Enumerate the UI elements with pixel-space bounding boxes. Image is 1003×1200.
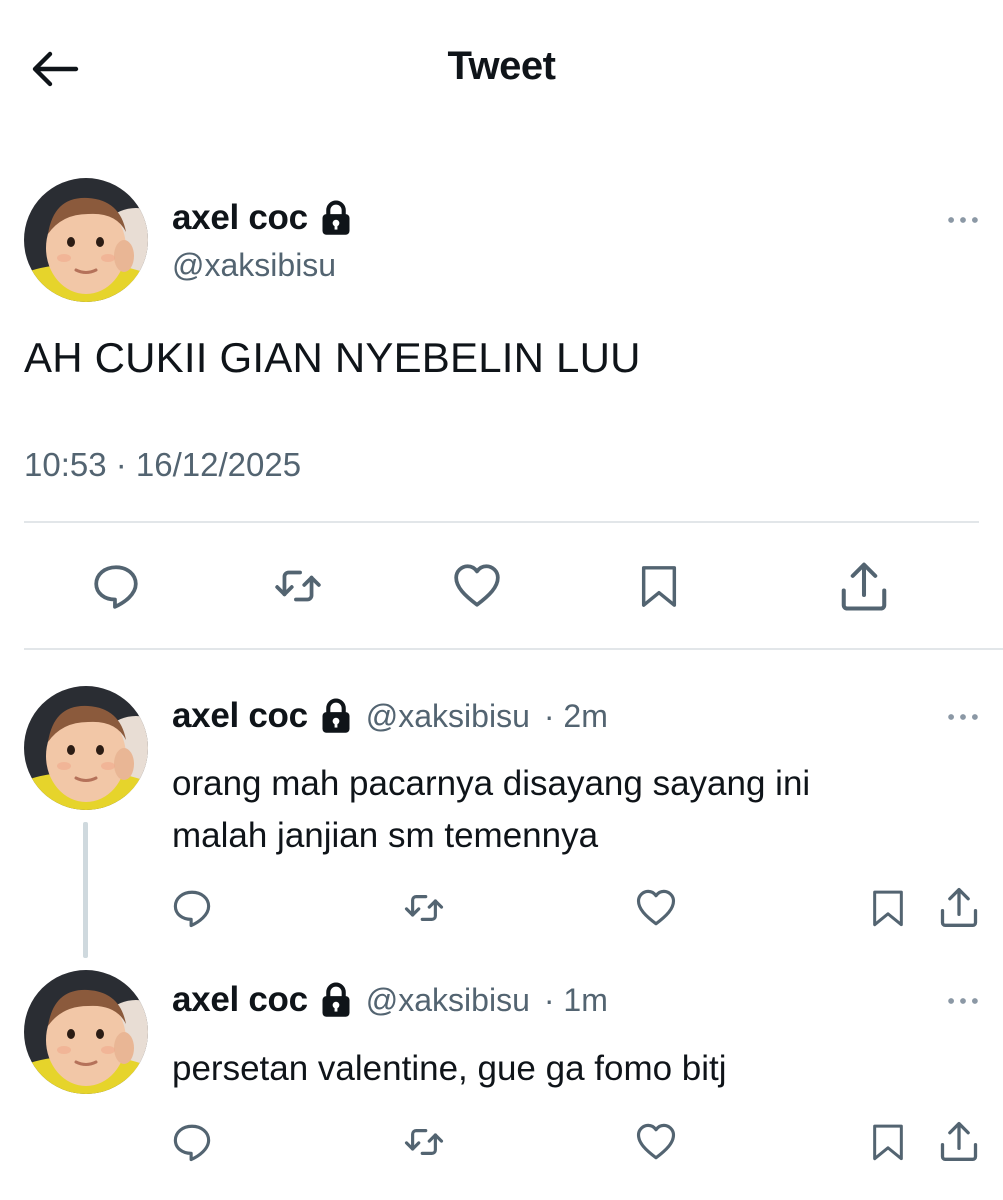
retweet-icon — [400, 887, 448, 929]
share-icon — [937, 885, 981, 929]
more-options-button[interactable] — [943, 702, 983, 732]
lock-icon — [320, 982, 352, 1018]
reply-time[interactable]: · 2m — [544, 698, 608, 735]
reply-text: orang mah pacarnya disayang sayang ini m… — [172, 758, 810, 862]
avatar[interactable] — [24, 686, 148, 810]
like-icon — [635, 1121, 677, 1163]
reply-text: persetan valentine, gue ga fomo bitj — [172, 1043, 727, 1095]
bookmark-button[interactable] — [866, 1120, 910, 1164]
reply-icon — [171, 887, 213, 929]
like-icon — [452, 561, 502, 611]
retweet-icon — [270, 561, 326, 611]
reply-header: axel coc @xaksibisu · 2m — [172, 696, 608, 736]
share-icon — [937, 1119, 981, 1163]
author-name[interactable]: axel coc — [172, 696, 308, 736]
more-icon — [946, 996, 980, 1006]
tweet-text: AH CUKII GIAN NYEBELIN LUU — [24, 334, 641, 381]
reply-button[interactable] — [170, 1120, 214, 1164]
reply-button[interactable] — [170, 886, 214, 930]
share-button[interactable] — [936, 884, 982, 930]
like-button[interactable] — [634, 1120, 678, 1164]
reply-header: axel coc @xaksibisu · 1m — [172, 980, 608, 1020]
reply-button[interactable] — [90, 560, 142, 612]
reply-text-line: orang mah pacarnya disayang sayang ini — [172, 764, 811, 803]
avatar[interactable] — [24, 970, 148, 1094]
more-icon — [946, 712, 980, 722]
page-title: Tweet — [447, 44, 556, 88]
reply-text-line: malah janjian sm temennya — [172, 816, 599, 855]
like-icon — [635, 887, 677, 929]
reply-time[interactable]: · 1m — [544, 982, 608, 1019]
reply-icon — [171, 1121, 213, 1163]
retweet-icon — [400, 1121, 448, 1163]
reply-text-line: persetan valentine, gue ga fomo bitj — [172, 1049, 727, 1088]
retweet-button[interactable] — [400, 1120, 448, 1164]
lock-icon — [320, 698, 352, 734]
like-button[interactable] — [634, 886, 678, 930]
share-icon — [837, 559, 891, 613]
bookmark-button[interactable] — [633, 560, 685, 612]
author-name[interactable]: axel coc — [172, 198, 308, 238]
divider — [24, 521, 979, 523]
more-options-button[interactable] — [943, 205, 983, 235]
share-button[interactable] — [836, 560, 892, 612]
bookmark-icon — [868, 887, 908, 929]
like-button[interactable] — [451, 560, 503, 612]
retweet-button[interactable] — [270, 560, 326, 612]
reply-icon — [91, 561, 141, 611]
author-handle[interactable]: @xaksibisu — [366, 982, 530, 1019]
bookmark-button[interactable] — [866, 886, 910, 930]
tweet-timestamp[interactable]: 10:53 · 16/12/2025 — [24, 446, 301, 484]
author-handle[interactable]: @xaksibisu — [366, 698, 530, 735]
author-name-row: axel coc — [172, 198, 352, 238]
more-icon — [946, 215, 980, 225]
more-options-button[interactable] — [943, 986, 983, 1016]
retweet-button[interactable] — [400, 886, 448, 930]
bookmark-icon — [868, 1121, 908, 1163]
divider — [24, 648, 1003, 650]
avatar[interactable] — [24, 178, 148, 302]
author-name[interactable]: axel coc — [172, 980, 308, 1020]
share-button[interactable] — [936, 1118, 982, 1164]
author-handle[interactable]: @xaksibisu — [172, 247, 336, 284]
thread-line — [83, 822, 88, 958]
bookmark-icon — [636, 561, 682, 611]
lock-icon — [320, 200, 352, 236]
